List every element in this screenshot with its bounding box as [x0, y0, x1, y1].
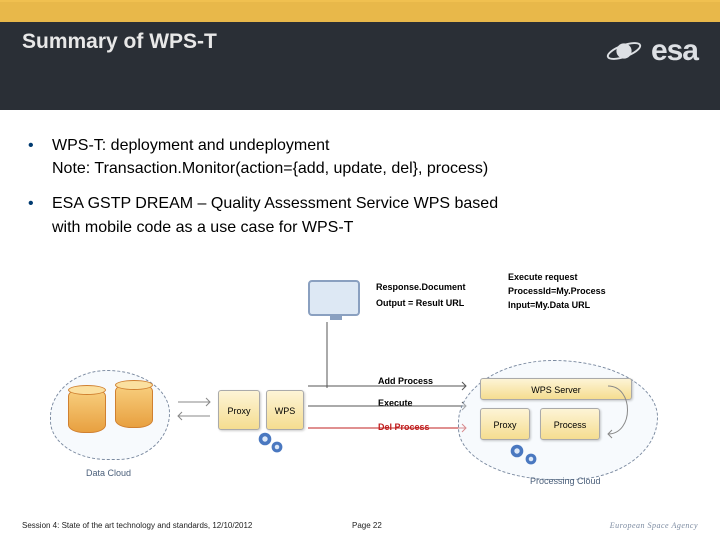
arrow-down-icon — [326, 322, 328, 388]
cylinder-icon — [68, 388, 106, 433]
bullet-dot: • — [28, 134, 42, 180]
bullet-dot: • — [28, 192, 42, 238]
footer: Session 4: State of the art technology a… — [22, 521, 698, 530]
label-input: Input=My.Data URL — [508, 300, 590, 310]
esa-logo-text: esa — [651, 34, 698, 68]
proxy-box-2: Proxy — [480, 408, 530, 440]
cylinder-icon — [115, 383, 153, 428]
esa-logo: esa — [605, 32, 698, 70]
page-title: Summary of WPS-T — [22, 30, 217, 54]
label-response-document: Response.Document — [376, 282, 466, 292]
bullet-item: • WPS-T: deployment and undeployment Not… — [28, 134, 692, 180]
bullet-body: ESA GSTP DREAM – Quality Assessment Serv… — [52, 192, 692, 238]
wps-box: WPS — [266, 390, 304, 430]
label-output: Output = Result URL — [376, 298, 464, 308]
gear-icon — [522, 450, 540, 468]
footer-agency: European Space Agency — [472, 521, 698, 530]
diagram: Response.Document Output = Result URL Ex… — [60, 280, 660, 490]
bullet-item: • ESA GSTP DREAM – Quality Assessment Se… — [28, 192, 692, 238]
bullet-2-line1: ESA GSTP DREAM – Quality Assessment Serv… — [52, 195, 498, 212]
screen-icon — [308, 280, 360, 316]
loop-arrow-icon — [606, 382, 638, 440]
arrows-icon — [308, 380, 468, 434]
label-data-cloud: Data Cloud — [86, 468, 131, 478]
bullet-1-line2: Note: Transaction.Monitor(action={add, u… — [52, 160, 488, 177]
footer-page: Page 22 — [352, 521, 472, 530]
double-arrow-icon — [176, 394, 216, 424]
header-gold-strip — [0, 2, 720, 22]
gear-icon — [268, 438, 286, 456]
header-bar: Summary of WPS-T esa — [0, 0, 720, 110]
bullet-1-line1: WPS-T: deployment and undeployment — [52, 137, 329, 154]
process-box: Process — [540, 408, 600, 440]
label-processing-cloud: Processing Cloud — [530, 476, 601, 486]
label-execute-request: Execute request — [508, 272, 578, 282]
proxy-box: Proxy — [218, 390, 260, 430]
footer-session: Session 4: State of the art technology a… — [22, 521, 352, 530]
bullet-2-line2: with mobile code as a use case for WPS-T — [52, 219, 353, 236]
esa-orbit-icon — [605, 32, 643, 70]
label-process-id: ProcessId=My.Process — [508, 286, 606, 296]
content: • WPS-T: deployment and undeployment Not… — [0, 110, 720, 239]
bullet-body: WPS-T: deployment and undeployment Note:… — [52, 134, 692, 180]
